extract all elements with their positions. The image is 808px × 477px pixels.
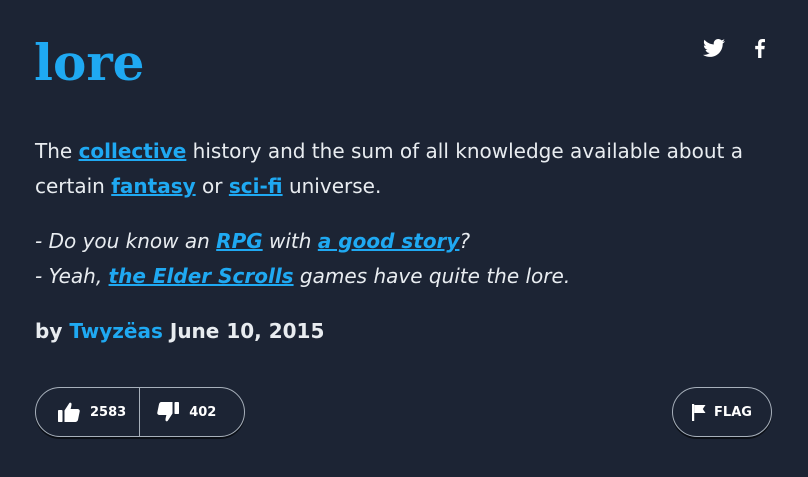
example-text-part: games have quite the lore. [293,264,571,288]
definition-text-part: or [195,174,229,198]
word-title[interactable]: lore [34,34,145,92]
link-rpg[interactable]: RPG [216,229,262,253]
thumbs-down-icon [157,402,180,422]
flag-button[interactable]: FLAG [672,387,772,437]
definition-text-part: The [35,139,79,163]
example-text: - Do you know an RPG with a good story? … [35,224,775,294]
thumbs-up-icon [58,402,80,422]
downvote-button[interactable]: 402 [140,388,244,436]
vote-buttons: 2583 402 [35,387,246,437]
share-buttons [702,36,772,60]
author-name[interactable]: Twyzëas [69,319,163,343]
link-a-good-story[interactable]: a good story [318,229,460,253]
example-text-part: with [262,229,318,253]
author-prefix: by [35,319,70,343]
link-fantasy[interactable]: fantasy [111,174,195,198]
link-sci-fi[interactable]: sci-fi [229,174,283,198]
link-collective[interactable]: collective [79,139,187,163]
link-the-elder-scrolls[interactable]: the Elder Scrolls [109,264,294,288]
example-text-part: - Yeah, [35,264,109,288]
upvote-count: 2583 [90,404,127,420]
example-text-part: ? [459,229,471,253]
definition-card: lore The collective history and the sum … [0,0,808,477]
downvote-count: 402 [189,404,217,420]
post-date: June 10, 2015 [169,319,325,343]
facebook-icon[interactable] [748,36,772,60]
definition-text-part: universe. [282,174,382,198]
flag-label: FLAG [714,404,752,420]
example-line-1: - Do you know an RPG with a good story? [35,224,775,259]
author-line: by Twyzëas June 10, 2015 [35,314,324,348]
upvote-button[interactable]: 2583 [36,388,141,436]
twitter-icon[interactable] [702,36,726,60]
example-text-part: - Do you know an [35,229,217,253]
example-line-2: - Yeah, the Elder Scrolls games have qui… [35,259,775,294]
flag-icon [692,403,706,421]
definition-text: The collective history and the sum of al… [35,134,775,204]
